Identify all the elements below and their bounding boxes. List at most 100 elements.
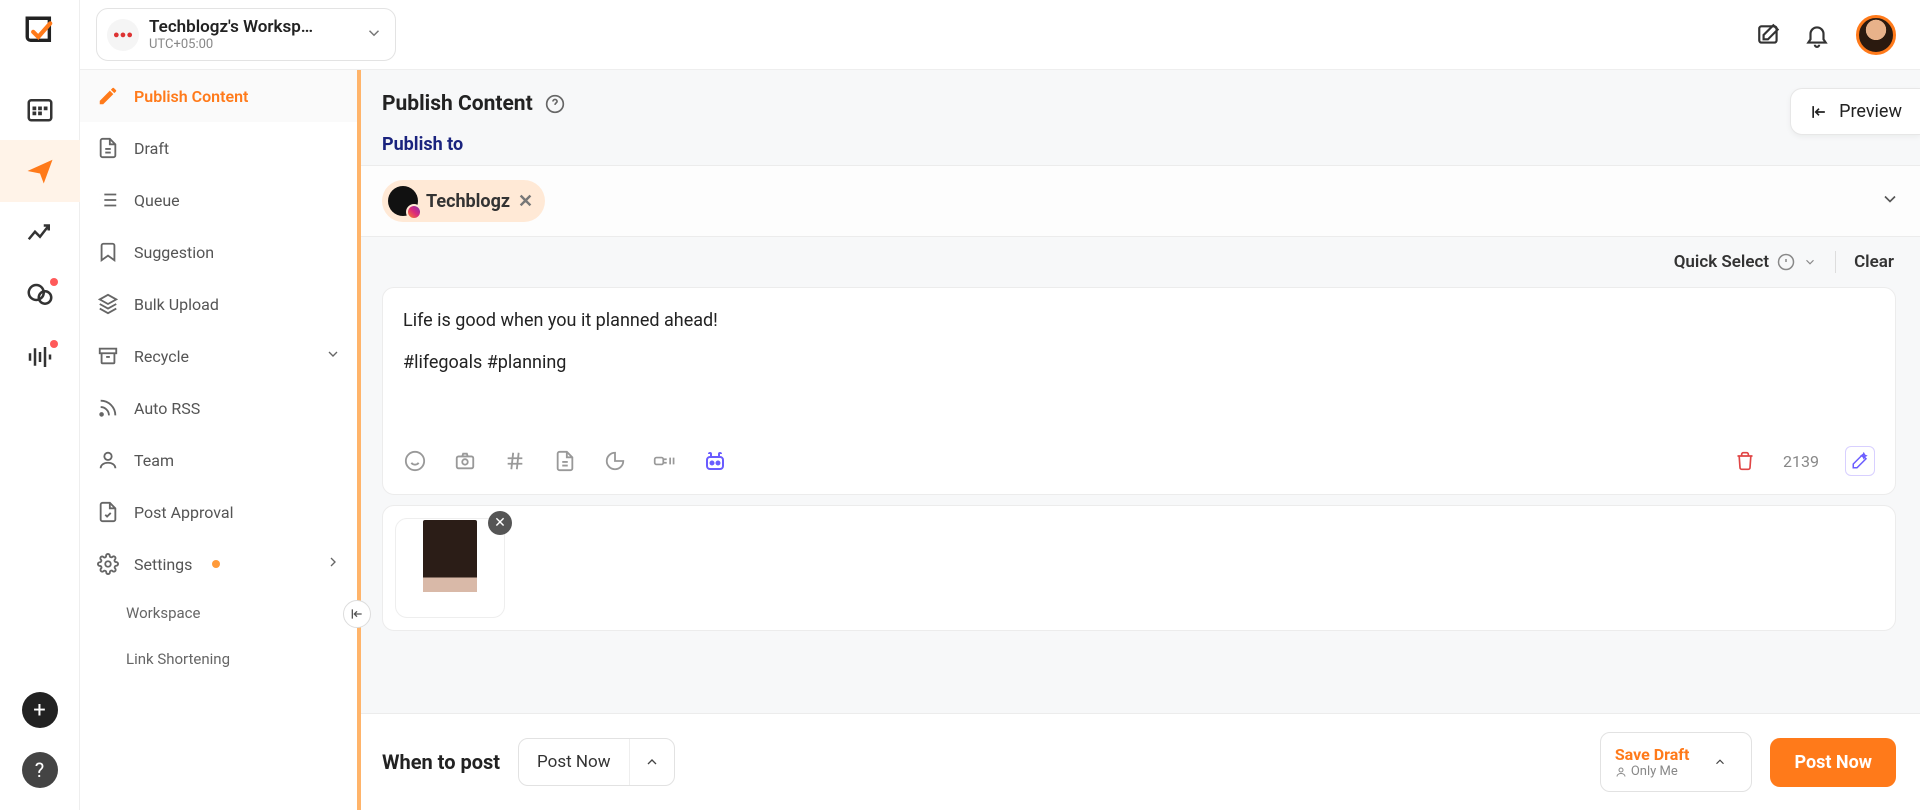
notification-dot-icon: [50, 278, 58, 286]
pencil-icon: [96, 84, 120, 108]
nav-label: Draft: [134, 139, 169, 158]
account-chip[interactable]: Techblogz ✕: [382, 180, 545, 222]
when-to-post-label: When to post: [382, 750, 500, 774]
help-button[interactable]: ?: [22, 752, 58, 788]
emoji-icon[interactable]: [403, 449, 427, 473]
nav-label: Post Approval: [134, 503, 233, 522]
schedule-mode-value: Post Now: [519, 740, 628, 784]
rail-calendar[interactable]: [0, 78, 80, 140]
workspace-switcher[interactable]: ●●● Techblogz's Worksp… UTC+05:00: [96, 8, 396, 61]
remove-media-button[interactable]: ✕: [488, 511, 512, 535]
nav-label: Publish Content: [134, 87, 248, 106]
nav-label: Recycle: [134, 347, 189, 366]
quick-select-row: Quick Select Clear: [358, 237, 1920, 287]
bell-icon[interactable]: [1800, 18, 1834, 52]
nav-recycle[interactable]: Recycle: [80, 330, 357, 382]
user-avatar[interactable]: [1856, 15, 1896, 55]
schedule-bar: When to post Post Now Save Draft Only Me…: [358, 713, 1920, 810]
add-button[interactable]: +: [22, 692, 58, 728]
nav-team[interactable]: Team: [80, 434, 357, 486]
rail-analytics[interactable]: [0, 202, 80, 264]
notification-dot-icon: [50, 340, 58, 348]
nav-label: Queue: [134, 191, 180, 210]
nav-label: Suggestion: [134, 243, 214, 262]
remove-account-button[interactable]: ✕: [518, 191, 533, 212]
nav-settings[interactable]: Settings: [80, 538, 357, 590]
nav-post-approval[interactable]: Post Approval: [80, 486, 357, 538]
hashtag-icon[interactable]: [503, 449, 527, 473]
nav-label: Settings: [134, 555, 192, 574]
media-thumbnail[interactable]: ✕: [395, 518, 505, 618]
quick-select-button[interactable]: Quick Select: [1674, 252, 1817, 272]
account-avatar-icon: [388, 186, 418, 216]
nav-settings-link-shortening[interactable]: Link Shortening: [80, 636, 357, 682]
app-logo: [23, 14, 57, 48]
pie-chart-icon[interactable]: [603, 449, 627, 473]
main-content: Publish Content Preview Publish to Techb…: [358, 70, 1920, 810]
save-draft-button[interactable]: Save Draft Only Me: [1600, 732, 1753, 792]
rss-icon: [96, 396, 120, 420]
camera-icon[interactable]: [453, 449, 477, 473]
template-icon[interactable]: [553, 449, 577, 473]
nav-accent-bar: [357, 70, 361, 810]
char-count: 2139: [1783, 452, 1819, 471]
composer-toolbar: 2139: [403, 430, 1875, 476]
gear-icon: [96, 552, 120, 576]
visibility-label: Only Me: [1615, 764, 1690, 779]
secondary-nav: Publish Content Draft Queue Suggestion: [80, 70, 358, 810]
nav-label: Team: [134, 451, 174, 470]
media-image: [423, 520, 477, 616]
file-icon: [96, 136, 120, 160]
trash-icon[interactable]: [1733, 449, 1757, 473]
magic-wand-button[interactable]: [1845, 446, 1875, 476]
nav-auto-rss[interactable]: Auto RSS: [80, 382, 357, 434]
workspace-name: Techblogz's Worksp…: [149, 17, 313, 37]
schedule-mode-dropdown[interactable]: Post Now: [518, 738, 674, 786]
publish-to-label: Publish to: [358, 134, 1920, 165]
nav-settings-workspace[interactable]: Workspace: [80, 590, 357, 636]
save-draft-label: Save Draft: [1615, 745, 1690, 764]
preview-button[interactable]: Preview: [1790, 88, 1920, 135]
file-check-icon: [96, 500, 120, 524]
workspace-avatar-icon: ●●●: [107, 19, 139, 51]
preview-label: Preview: [1839, 101, 1902, 122]
rail-publish[interactable]: [0, 140, 80, 202]
nav-queue[interactable]: Queue: [80, 174, 357, 226]
plugin-icon[interactable]: [653, 449, 677, 473]
nav-label: Workspace: [126, 604, 200, 622]
quick-select-label: Quick Select: [1674, 252, 1769, 272]
chevron-up-icon: [1699, 739, 1741, 785]
help-icon[interactable]: [545, 94, 565, 114]
nav-draft[interactable]: Draft: [80, 122, 357, 174]
clear-button[interactable]: Clear: [1854, 252, 1894, 272]
archive-icon: [96, 344, 120, 368]
nav-suggestion[interactable]: Suggestion: [80, 226, 357, 278]
rail-listening[interactable]: [0, 326, 80, 388]
topbar: ●●● Techblogz's Worksp… UTC+05:00: [80, 0, 1920, 70]
rail-inbox[interactable]: [0, 264, 80, 326]
composer-textarea[interactable]: Life is good when you it planned ahead! …: [403, 310, 1875, 430]
composer-card: Life is good when you it planned ahead! …: [382, 287, 1896, 495]
collapse-sidebar-button[interactable]: [343, 600, 371, 628]
layers-icon: [96, 292, 120, 316]
chevron-up-icon: [629, 739, 674, 785]
chevron-right-icon: [325, 554, 341, 574]
nav-publish-content[interactable]: Publish Content: [80, 70, 357, 122]
page-title: Publish Content: [382, 92, 533, 116]
post-now-button[interactable]: Post Now: [1770, 738, 1896, 787]
nav-label: Bulk Upload: [134, 295, 219, 314]
expand-accounts-button[interactable]: [1880, 189, 1900, 213]
compose-icon[interactable]: [1752, 18, 1786, 52]
account-name: Techblogz: [426, 191, 510, 212]
nav-bulk-upload[interactable]: Bulk Upload: [80, 278, 357, 330]
bookmark-icon: [96, 240, 120, 264]
instagram-badge-icon: [406, 204, 422, 220]
chevron-down-icon: [365, 24, 383, 46]
media-card: ✕: [382, 505, 1896, 631]
list-icon: [96, 188, 120, 212]
ai-robot-icon[interactable]: [703, 449, 727, 473]
divider: [1835, 251, 1836, 273]
chevron-down-icon: [325, 346, 341, 366]
attention-dot-icon: [212, 560, 220, 568]
icon-rail: + ?: [0, 0, 80, 810]
